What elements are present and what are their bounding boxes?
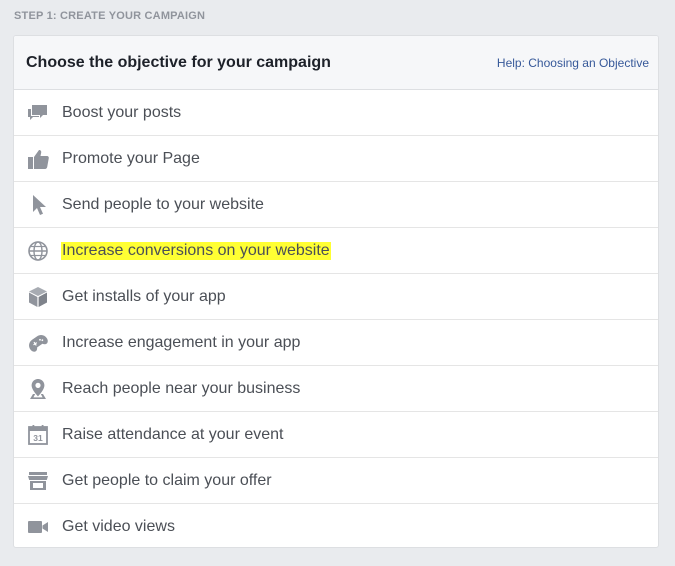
storefront-icon xyxy=(26,469,50,493)
objective-local-awareness[interactable]: Reach people near your business xyxy=(14,366,658,412)
objective-video-views[interactable]: Get video views xyxy=(14,504,658,547)
calendar-icon: 31 xyxy=(26,423,50,447)
objective-website-clicks[interactable]: Send people to your website xyxy=(14,182,658,228)
objective-label: Raise attendance at your event xyxy=(62,425,284,443)
objective-label: Get people to claim your offer xyxy=(62,471,272,489)
objective-offer-claims[interactable]: Get people to claim your offer xyxy=(14,458,658,504)
objective-label: Reach people near your business xyxy=(62,379,301,397)
objective-event-responses[interactable]: 31 Raise attendance at your event xyxy=(14,412,658,458)
help-choosing-objective-link[interactable]: Help: Choosing an Objective xyxy=(497,56,649,70)
objective-app-installs[interactable]: Get installs of your app xyxy=(14,274,658,320)
step-label: STEP 1: CREATE YOUR CAMPAIGN xyxy=(14,10,206,22)
objective-label: Send people to your website xyxy=(62,195,264,213)
objective-label: Increase engagement in your app xyxy=(62,333,301,351)
calendar-date-text: 31 xyxy=(33,433,43,443)
objective-label: Increase conversions on your website xyxy=(61,241,331,260)
thumbs-up-icon xyxy=(26,147,50,171)
objective-label: Promote your Page xyxy=(62,149,200,167)
globe-icon xyxy=(26,239,50,263)
card-title: Choose the objective for your campaign xyxy=(26,53,331,71)
location-pin-icon xyxy=(26,377,50,401)
speech-bubbles-icon xyxy=(26,101,50,125)
objective-promote-page[interactable]: Promote your Page xyxy=(14,136,658,182)
objective-label: Boost your posts xyxy=(62,103,182,121)
objective-boost-posts[interactable]: Boost your posts xyxy=(14,90,658,136)
gamepad-icon xyxy=(26,331,50,355)
card-header: Choose the objective for your campaign H… xyxy=(14,36,658,90)
video-camera-icon xyxy=(26,515,50,539)
box-cube-icon xyxy=(26,285,50,309)
objective-label: Get installs of your app xyxy=(62,287,226,305)
cursor-pointer-icon xyxy=(26,193,50,217)
objective-label: Get video views xyxy=(62,518,175,535)
objective-app-engagement[interactable]: Increase engagement in your app xyxy=(14,320,658,366)
objective-website-conversions[interactable]: Increase conversions on your website xyxy=(14,228,658,274)
campaign-objective-card: Choose the objective for your campaign H… xyxy=(13,35,659,548)
objective-list: Boost your posts Promote your Page Send … xyxy=(14,90,658,547)
